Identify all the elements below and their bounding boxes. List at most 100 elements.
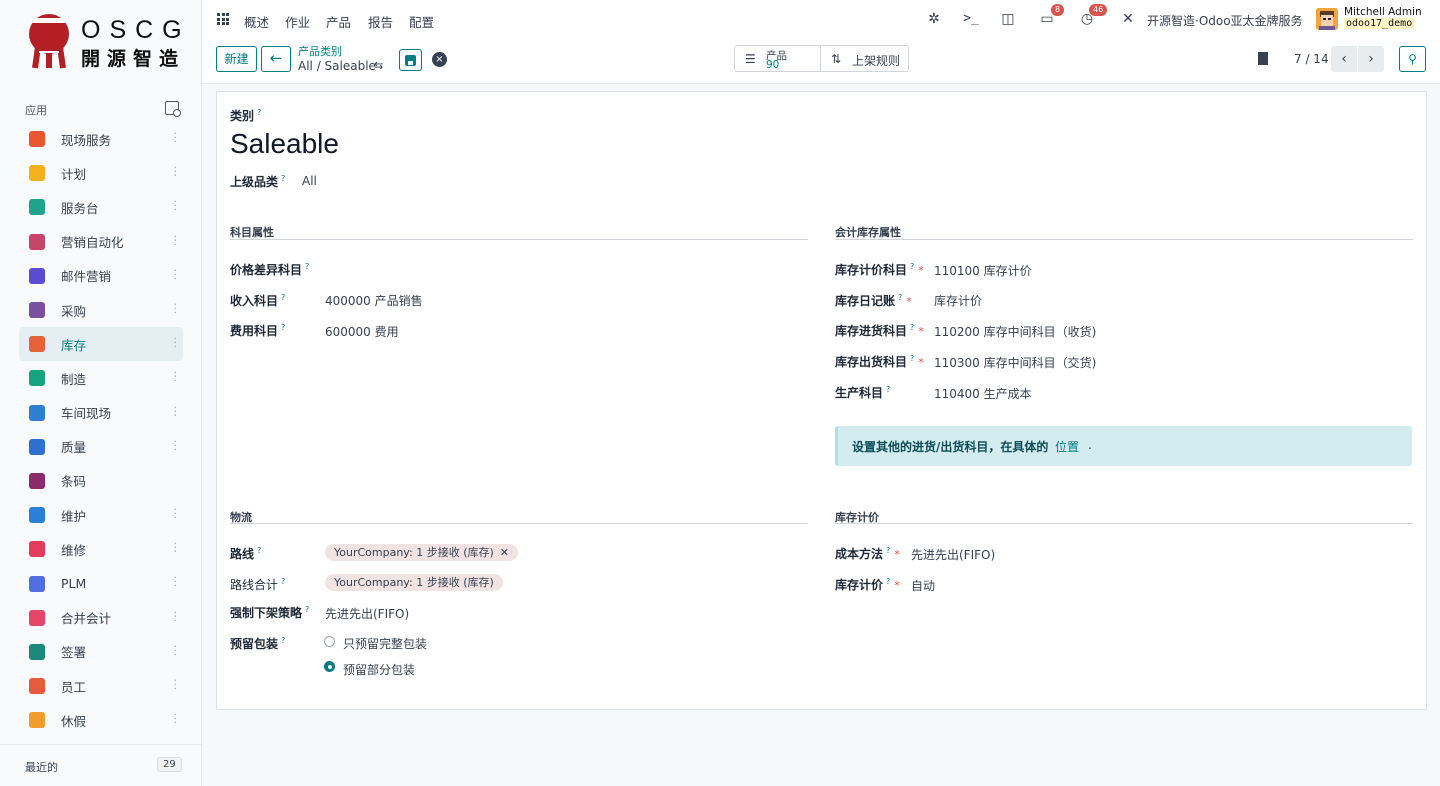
pager-value[interactable]: 7 / 14	[1294, 52, 1329, 66]
stock-input-field[interactable]: 110200 库存中间科目（收货)	[934, 323, 1096, 340]
menu-overview[interactable]: 概述	[244, 12, 269, 31]
breadcrumb-current: All / Saleable	[298, 59, 376, 73]
breadcrumb-parent[interactable]: 产品类别	[298, 43, 342, 59]
app-options-icon[interactable]: · · ·	[174, 231, 178, 250]
menu-configuration[interactable]: 配置	[409, 12, 434, 31]
app-options-icon[interactable]: · · ·	[174, 196, 178, 215]
sidebar-app-item[interactable]: 邮件营销 · · ·	[19, 259, 183, 293]
removal-strategy-field[interactable]: 先进先出(FIFO)	[325, 605, 409, 622]
split-view-icon[interactable]: ◫	[999, 10, 1017, 28]
packaging-partial-label[interactable]: 预留部分包装	[343, 661, 415, 678]
sidebar-app-item[interactable]: 计划 · · ·	[19, 156, 183, 190]
messages-icon[interactable]: ▭ 8	[1038, 4, 1065, 28]
recent-heading[interactable]: 最近的	[25, 759, 58, 775]
sidebar-app-item[interactable]: 员工 · · ·	[19, 669, 183, 703]
pager-next-icon[interactable]: ›	[1358, 46, 1384, 72]
sidebar-app-item[interactable]: 制造 · · ·	[19, 361, 183, 395]
top-navbar: 概述 作业 产品 报告 配置 ✲ >_ ◫ ▭ 8 ◷ 46 ✕ 开源智造·Od…	[202, 0, 1440, 38]
discard-icon[interactable]: ×	[432, 52, 447, 67]
back-arrow-icon[interactable]: ←	[261, 46, 291, 72]
category-name-field[interactable]: Saleable	[230, 128, 339, 160]
menu-products[interactable]: 产品	[326, 12, 351, 31]
app-options-icon[interactable]: · · ·	[174, 162, 178, 181]
menu-reporting[interactable]: 报告	[368, 12, 393, 31]
company-logo[interactable]: OSCG 開源智造	[28, 12, 188, 72]
sidebar-app-item[interactable]: PLM · · ·	[19, 566, 183, 600]
app-options-icon[interactable]: · · ·	[174, 504, 178, 523]
sidebar-app-item[interactable]: 签署 · · ·	[19, 635, 183, 669]
menu-operations[interactable]: 作业	[285, 12, 310, 31]
app-options-icon[interactable]: · · ·	[174, 641, 178, 660]
app-grid-icon[interactable]	[217, 13, 229, 25]
app-options-icon[interactable]: · · ·	[174, 538, 178, 557]
record-actions-icon[interactable]: ⇆	[374, 59, 383, 72]
sidebar-app-item[interactable]: 库存 · · ·	[19, 327, 183, 362]
app-options-icon[interactable]: · · ·	[174, 367, 178, 386]
activities-clock-icon[interactable]: ◷ 46	[1078, 4, 1108, 28]
app-options-icon[interactable]: · · ·	[174, 299, 178, 318]
sidebar-app-item[interactable]: 服务台 · · ·	[19, 190, 183, 224]
app-options-icon[interactable]: · · ·	[174, 333, 178, 352]
debug-assistant-icon[interactable]: ⚲	[1399, 46, 1426, 72]
route-tag[interactable]: YourCompany: 1 步接收 (库存) ✕	[325, 544, 519, 561]
app-icon	[29, 336, 45, 353]
income-account-field[interactable]: 400000 产品销售	[325, 292, 423, 309]
sidebar-app-item[interactable]: 采购 · · ·	[19, 293, 183, 327]
cost-method-label: 成本方法? *	[835, 546, 900, 561]
sidebar-app-item[interactable]: 条码	[19, 464, 183, 498]
packaging-reserve-label: 预留包装?	[230, 636, 286, 651]
remove-tag-icon[interactable]: ✕	[500, 546, 509, 559]
app-options-icon[interactable]: · · ·	[174, 675, 178, 694]
app-icon	[29, 267, 45, 284]
sidebar: OSCG 開源智造 应用 现场服务 · · · 计划 · · · 服务台 · · · 营销自动化 · · · 邮…	[0, 0, 202, 786]
new-button[interactable]: 新建	[216, 46, 257, 72]
valuation-account-field[interactable]: 110100 库存计价	[934, 262, 1032, 279]
company-switcher[interactable]: 开源智造·Odoo亚太金牌服务	[1147, 12, 1303, 29]
app-options-icon[interactable]: · · ·	[174, 265, 178, 284]
putaway-rules-smart-button[interactable]: ⇅ 上架规则	[820, 45, 909, 72]
cost-method-field[interactable]: 先进先出(FIFO)	[911, 546, 995, 563]
production-account-field[interactable]: 110400 生产成本	[934, 385, 1032, 402]
debug-bug-icon[interactable]: ✲	[925, 10, 943, 28]
section-divider	[230, 239, 808, 240]
app-options-icon[interactable]: · · ·	[174, 572, 178, 591]
app-options-icon[interactable]: · · ·	[174, 709, 178, 728]
user-name[interactable]: Mitchell Admin	[1344, 6, 1422, 18]
income-account-label: 收入科目?	[230, 293, 286, 308]
tools-icon[interactable]: ✕	[1119, 10, 1137, 28]
production-account-label: 生产科目?	[835, 385, 891, 400]
app-options-icon[interactable]: · · ·	[174, 607, 178, 626]
user-avatar[interactable]	[1316, 8, 1338, 30]
packaging-partial-radio[interactable]	[324, 661, 335, 672]
terminal-icon[interactable]: >_	[962, 10, 980, 28]
parent-category-field[interactable]: All	[302, 174, 317, 188]
app-options-icon[interactable]: · · ·	[174, 402, 178, 421]
stock-journal-label: 库存日记账? *	[835, 293, 912, 308]
database-name: odoo17_demo	[1344, 18, 1415, 29]
sidebar-app-item[interactable]: 维修 · · ·	[19, 532, 183, 566]
save-button[interactable]	[399, 49, 422, 71]
sidebar-app-item[interactable]: 维护 · · ·	[19, 498, 183, 532]
locations-link[interactable]: 位置	[1055, 438, 1079, 455]
products-smart-button[interactable]: ☰ 产品 90	[734, 45, 821, 72]
bookmark-icon[interactable]	[1258, 52, 1268, 65]
sidebar-app-label: 条码	[61, 474, 87, 490]
pager-previous-icon[interactable]: ‹	[1331, 46, 1357, 72]
app-options-icon[interactable]: · · ·	[174, 436, 178, 455]
inventory-valuation-field[interactable]: 自动	[911, 577, 935, 594]
packaging-full-label[interactable]: 只预留完整包装	[343, 635, 427, 652]
stock-output-field[interactable]: 110300 库存中间科目（交货)	[934, 354, 1096, 371]
sidebar-app-item[interactable]: 现场服务 · · ·	[19, 122, 183, 156]
stock-account-heading: 会计库存属性	[835, 226, 901, 239]
packaging-full-radio[interactable]	[324, 636, 335, 647]
stock-journal-field[interactable]: 库存计价	[934, 292, 982, 309]
app-icon	[29, 199, 45, 216]
expense-account-field[interactable]: 600000 费用	[325, 323, 399, 340]
sidebar-app-item[interactable]: 质量 · · ·	[19, 430, 183, 464]
sidebar-app-item[interactable]: 营销自动化 · · ·	[19, 225, 183, 259]
sidebar-app-item[interactable]: 休假 · · ·	[19, 703, 183, 737]
app-options-icon[interactable]: · · ·	[174, 128, 178, 147]
search-apps-icon[interactable]	[165, 101, 181, 117]
sidebar-app-item[interactable]: 合并会计 · · ·	[19, 601, 183, 635]
sidebar-app-item[interactable]: 车间现场 · · ·	[19, 396, 183, 430]
